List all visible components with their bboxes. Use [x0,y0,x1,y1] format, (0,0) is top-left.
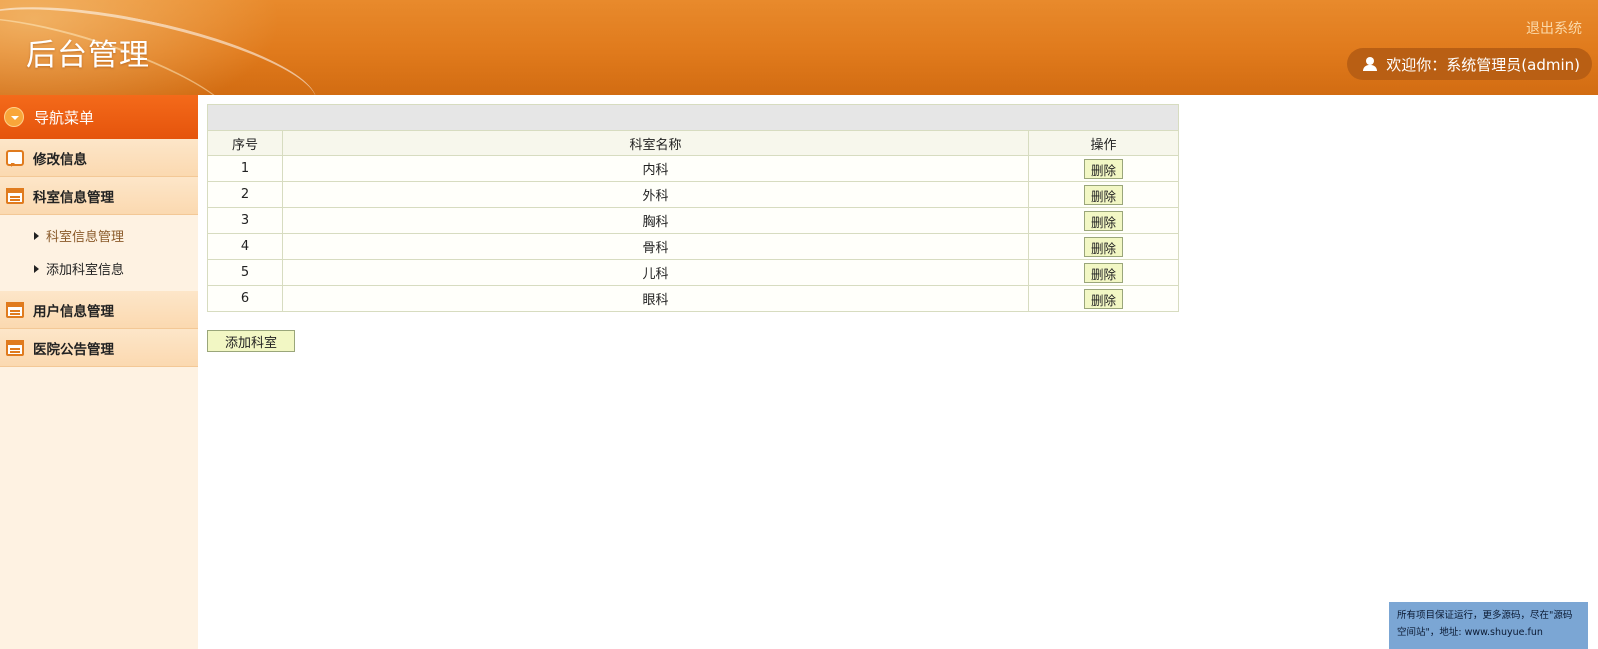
welcome-badge: 欢迎你：系统管理员(admin) [1347,48,1592,80]
cell-name: 内科 [281,155,1030,182]
cell-index: 1 [207,155,283,182]
calendar-icon [6,187,24,204]
table-row: 3 胸科 删除 [207,207,1179,234]
cell-name: 外科 [281,181,1030,208]
sidebar-item-edit-info[interactable]: 修改信息 [0,139,198,177]
chevron-down-icon [4,107,24,127]
delete-button[interactable]: 删除 [1084,236,1124,257]
delete-button[interactable]: 删除 [1084,288,1124,309]
column-header-action: 操作 [1028,130,1179,156]
cell-index: 3 [207,207,283,234]
logout-link[interactable]: 退出系统 [1526,18,1582,38]
table-row: 1 内科 删除 [207,155,1179,182]
nav-menu-header[interactable]: 导航菜单 [0,95,198,139]
table-row: 4 骨科 删除 [207,233,1179,260]
cell-action: 删除 [1028,233,1179,260]
sidebar: 导航菜单 修改信息 科室信息管理 科室信息管理 添加科室信息 用户信息管理 医院… [0,95,198,649]
cell-name: 眼科 [281,285,1030,312]
notice-line: 所有项目保证运行，更多源码，尽在"源码 [1397,610,1573,621]
sidebar-item-label: 医院公告管理 [33,341,114,358]
cell-index: 4 [207,233,283,260]
delete-button[interactable]: 删除 [1084,210,1124,231]
column-header-index: 序号 [207,130,283,156]
header-banner: 后台管理 退出系统 欢迎你：系统管理员(admin) [0,0,1598,95]
delete-button[interactable]: 删除 [1084,262,1124,283]
cell-action: 删除 [1028,155,1179,182]
cell-index: 6 [207,285,283,312]
cell-action: 删除 [1028,285,1179,312]
nav-menu-title: 导航菜单 [34,108,95,127]
calendar-icon [6,301,24,318]
sub-item-label: 科室信息管理 [46,230,125,245]
column-header-name: 科室名称 [281,130,1030,156]
cell-action: 删除 [1028,207,1179,234]
cell-name: 胸科 [281,207,1030,234]
sidebar-item-department-management[interactable]: 科室信息管理 [0,177,198,215]
source-notice: 所有项目保证运行，更多源码，尽在"源码 空间站"，地址: www.shuyue.… [1389,602,1588,649]
notice-line: 空间站"，地址: www.shuyue.fun [1397,627,1543,638]
sidebar-item-label: 修改信息 [33,151,87,168]
calendar-icon [6,339,24,356]
main-content: 序号 科室名称 操作 1 内科 删除 2 外科 删除 3 胸科 删除 4 骨科 … [207,104,1179,352]
caret-right-icon [34,231,39,240]
delete-button[interactable]: 删除 [1084,184,1124,205]
add-department-button[interactable]: 添加科室 [207,330,295,352]
table-header-row: 序号 科室名称 操作 [207,130,1179,156]
sub-item-label: 添加科室信息 [46,263,125,278]
cell-name: 骨科 [281,233,1030,260]
table-row: 6 眼科 删除 [207,285,1179,312]
sidebar-item-label: 科室信息管理 [33,189,114,206]
sub-item-add-department[interactable]: 添加科室信息 [0,252,198,285]
sidebar-item-label: 用户信息管理 [33,303,114,320]
app-title: 后台管理 [26,38,150,73]
cell-action: 删除 [1028,259,1179,286]
cell-index: 5 [207,259,283,286]
chat-icon [6,149,24,167]
sub-item-department-list[interactable]: 科室信息管理 [0,219,198,252]
cell-action: 删除 [1028,181,1179,208]
sidebar-item-user-management[interactable]: 用户信息管理 [0,291,198,329]
user-icon [1363,57,1378,71]
cell-index: 2 [207,181,283,208]
department-table: 序号 科室名称 操作 1 内科 删除 2 外科 删除 3 胸科 删除 4 骨科 … [207,104,1179,312]
caret-right-icon [34,264,39,273]
welcome-text: 欢迎你：系统管理员(admin) [1386,55,1580,74]
submenu-department: 科室信息管理 添加科室信息 [0,215,198,291]
cell-name: 儿科 [281,259,1030,286]
table-row: 5 儿科 删除 [207,259,1179,286]
table-caption-bar [207,104,1179,131]
delete-button[interactable]: 删除 [1084,158,1124,179]
table-row: 2 外科 删除 [207,181,1179,208]
sidebar-item-notice-management[interactable]: 医院公告管理 [0,329,198,367]
